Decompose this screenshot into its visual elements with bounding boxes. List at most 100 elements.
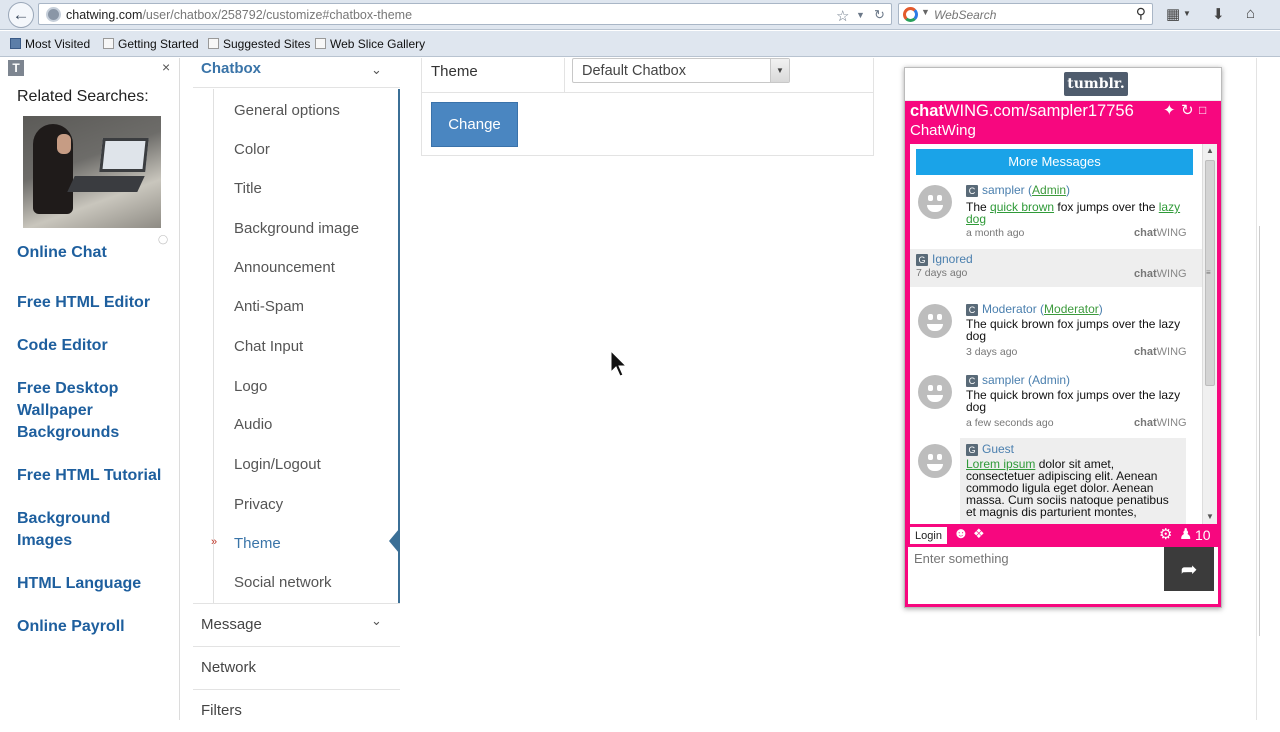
chatwing-brand: chatWING xyxy=(1134,346,1187,358)
sidebar-section-filters[interactable]: Filters xyxy=(193,689,400,732)
related-link[interactable]: Free HTML Tutorial xyxy=(17,465,167,487)
submenu-background-image[interactable]: Background image xyxy=(234,220,359,237)
send-icon[interactable]: ➦ xyxy=(1164,547,1214,591)
page-icon xyxy=(103,38,114,49)
back-button[interactable]: ← xyxy=(8,2,34,28)
engine-dropdown-icon[interactable]: ▼ xyxy=(921,7,930,17)
section-label: Filters xyxy=(201,702,242,719)
page-scroll-thumb[interactable] xyxy=(1259,226,1278,636)
sidebar-section-message[interactable]: Message ⌄ xyxy=(193,603,400,646)
theme-label: Theme xyxy=(431,63,478,80)
emoticon-icon[interactable]: ☻ xyxy=(953,525,969,542)
chatbox-section-header[interactable]: Chatbox ⌄ xyxy=(193,58,400,88)
submenu-logo[interactable]: Logo xyxy=(234,378,267,395)
avatar-icon xyxy=(918,444,952,478)
bookmark-suggested-sites[interactable]: Suggested Sites xyxy=(208,37,310,51)
bookmark-star-icon[interactable]: ☆ xyxy=(836,7,849,25)
close-icon[interactable]: × xyxy=(162,59,170,75)
grip-icon: ≡ xyxy=(1206,268,1211,277)
message-author[interactable]: Csampler (Admin) xyxy=(966,373,1070,387)
message-text: Lorem ipsum dolor sit amet, consectetuer… xyxy=(966,457,1169,519)
message-area[interactable]: More Messages Csampler (Admin) The quick… xyxy=(910,144,1217,524)
chat-message-input[interactable] xyxy=(910,549,1158,599)
page-scrollbar[interactable] xyxy=(1256,58,1280,720)
bookmark-web-slice-gallery[interactable]: Web Slice Gallery xyxy=(315,37,425,51)
message-author[interactable]: G Ignored xyxy=(916,252,973,266)
scroll-down-icon[interactable]: ▼ xyxy=(1206,512,1214,521)
addon-icon[interactable]: ▦ xyxy=(1166,5,1180,23)
url-dropdown-icon[interactable]: ▼ xyxy=(856,10,865,20)
active-tab-notch xyxy=(389,529,399,553)
page-icon xyxy=(315,38,326,49)
browser-nav-bar: ← chatwing.com/user/chatbox/258792/custo… xyxy=(0,0,1280,30)
related-link[interactable]: Free Desktop Wallpaper Backgrounds xyxy=(17,378,167,444)
related-link[interactable]: Code Editor xyxy=(17,335,167,357)
message-author[interactable]: C Moderator (Moderator) xyxy=(966,302,1103,316)
address-bar[interactable]: chatwing.com/user/chatbox/258792/customi… xyxy=(38,3,892,25)
scroll-up-icon[interactable]: ▲ xyxy=(1206,146,1214,155)
addon-dropdown-icon[interactable]: ▼ xyxy=(1183,9,1191,18)
dropdown-arrow-icon[interactable]: ▼ xyxy=(770,59,789,82)
chatwing-brand: chatWING xyxy=(1134,417,1187,429)
tumblr-button[interactable]: tumblr. xyxy=(1064,72,1128,96)
submenu-chat-input[interactable]: Chat Input xyxy=(234,338,303,355)
downloads-icon[interactable]: ⬇ xyxy=(1212,5,1225,23)
web-search-input[interactable] xyxy=(934,8,1124,22)
bookmark-getting-started[interactable]: Getting Started xyxy=(103,37,199,51)
related-link[interactable]: Free HTML Editor xyxy=(17,292,167,314)
popout-icon[interactable]: □ xyxy=(1199,103,1206,117)
search-icon[interactable]: ⚲ xyxy=(1136,5,1146,22)
bookmark-folder-icon xyxy=(10,38,21,49)
submenu-theme[interactable]: Theme xyxy=(234,535,281,552)
submenu-anti-spam[interactable]: Anti-Spam xyxy=(234,298,304,315)
submenu-social-network[interactable]: Social network xyxy=(234,574,332,591)
chatbox-section-label: Chatbox xyxy=(201,60,261,77)
home-icon[interactable]: ⌂ xyxy=(1246,5,1255,22)
login-button[interactable]: Login xyxy=(910,527,947,544)
change-button[interactable]: Change xyxy=(431,102,518,147)
message-time: a few seconds ago xyxy=(966,417,1054,429)
submenu-login-logout[interactable]: Login/Logout xyxy=(234,456,321,473)
search-engine-icon[interactable] xyxy=(903,7,918,22)
refresh-icon[interactable]: ↻ xyxy=(1181,101,1194,119)
users-icon[interactable]: ♟ xyxy=(1179,525,1192,543)
more-messages-button[interactable]: More Messages xyxy=(916,149,1193,175)
settings-sidebar: Chatbox ⌄ General options Color Title Ba… xyxy=(193,58,400,720)
panel-logo: T xyxy=(8,60,24,76)
web-search-box[interactable]: ▼ ⚲ xyxy=(898,3,1153,25)
chat-toolbar: Login ☻ ❖ ⚙ ♟ 10 xyxy=(905,525,1221,546)
reload-icon[interactable]: ↻ xyxy=(874,7,885,23)
message-author[interactable]: Csampler (Admin) xyxy=(966,183,1070,197)
submenu-color[interactable]: Color xyxy=(234,141,270,158)
message-text: The quick brown fox jumps over the lazy … xyxy=(966,388,1181,414)
submenu-title[interactable]: Title xyxy=(234,180,262,197)
related-thumbnail[interactable] xyxy=(23,116,161,228)
submenu-announcement[interactable]: Announcement xyxy=(234,259,335,276)
submenu-general-options[interactable]: General options xyxy=(234,102,340,119)
chat-message-ignored: G Ignored 7 days ago chatWING xyxy=(910,249,1202,287)
thumbnail-face xyxy=(57,134,71,154)
related-title: Related Searches: xyxy=(17,88,149,105)
message-author[interactable]: G Guest xyxy=(966,442,1014,456)
related-link[interactable]: Online Chat xyxy=(17,242,167,264)
bookmark-most-visited[interactable]: Most Visited xyxy=(10,37,90,51)
gear-icon[interactable]: ⚙ xyxy=(1159,525,1172,543)
submenu-audio[interactable]: Audio xyxy=(234,416,272,433)
url-text: chatwing.com/user/chatbox/258792/customi… xyxy=(66,8,413,22)
chat-subtitle: ChatWing xyxy=(910,122,976,139)
chat-message: Csampler (Admin) The quick brown fox jum… xyxy=(910,179,1202,241)
related-link[interactable]: Online Payroll xyxy=(17,616,167,638)
thumbnail-laptop xyxy=(67,176,145,192)
related-link[interactable]: Background Images xyxy=(17,508,167,552)
message-link[interactable]: quick brown xyxy=(990,200,1054,214)
candy-icon[interactable]: ❖ xyxy=(973,526,985,542)
theme-select[interactable]: Default Chatbox ▼ xyxy=(572,58,790,83)
sidebar-section-network[interactable]: Network xyxy=(193,646,400,689)
related-link[interactable]: HTML Language xyxy=(17,573,167,595)
message-time: 7 days ago xyxy=(916,267,968,279)
message-time: 3 days ago xyxy=(966,346,1018,358)
settings-tool-icon[interactable]: ✦ xyxy=(1163,101,1176,119)
submenu-privacy[interactable]: Privacy xyxy=(234,496,283,513)
user-badge-icon: C xyxy=(966,375,978,387)
chat-scrollbar[interactable]: ▲ ≡ ▼ xyxy=(1202,144,1217,524)
